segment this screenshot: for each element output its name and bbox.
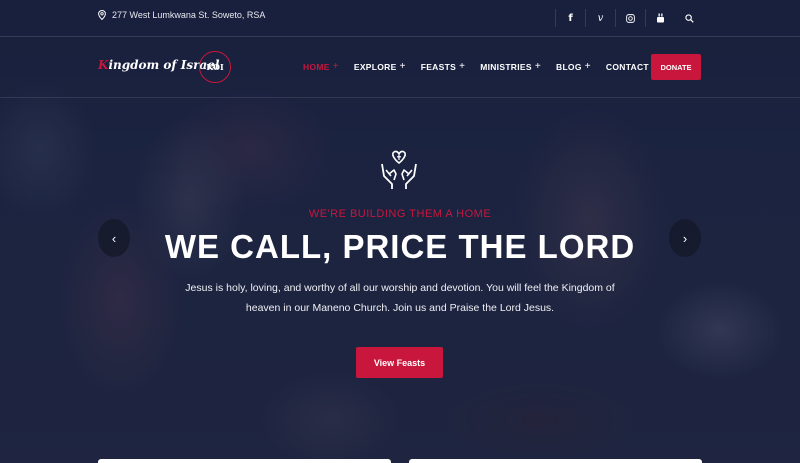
search-icon[interactable] — [675, 9, 704, 27]
nav-item-feasts[interactable]: FEASTS + — [421, 61, 465, 72]
plus-icon: + — [332, 61, 339, 72]
brand-logo-mark[interactable]: KOI — [199, 51, 231, 83]
nav-item-explore[interactable]: EXPLORE + — [354, 61, 406, 72]
nav-explore-label: EXPLORE — [353, 61, 397, 72]
nav-item-blog[interactable]: BLOG + — [556, 61, 591, 72]
social-links: f v — [555, 9, 704, 27]
facebook-icon[interactable]: f — [555, 9, 585, 27]
nav-ministries-label: MINISTRIES — [480, 61, 532, 72]
praying-hands-heart-icon — [381, 150, 417, 189]
main-navbar: Kingdom of Israel KOI HOME + EXPLORE + F… — [0, 37, 800, 98]
address-text: 277 West Lumkwana St. Soweto, RSA — [112, 10, 266, 20]
youtube-icon[interactable] — [645, 9, 675, 27]
plus-icon: + — [399, 61, 406, 72]
feature-card-left-edge — [98, 459, 391, 463]
chevron-left-icon: ‹ — [111, 230, 117, 246]
donate-button[interactable]: DONATE — [651, 54, 701, 80]
chevron-right-icon: › — [682, 230, 688, 246]
plus-icon: + — [459, 61, 466, 72]
vimeo-icon[interactable]: v — [585, 9, 615, 27]
feature-card-right-edge — [409, 459, 702, 463]
instagram-icon[interactable] — [615, 9, 645, 27]
nav-item-home[interactable]: HOME + — [303, 61, 339, 72]
hero-description: Jesus is holy, loving, and worthy of all… — [185, 282, 615, 314]
topbar: 277 West Lumkwana St. Soweto, RSA f v — [0, 0, 800, 37]
primary-nav: HOME + EXPLORE + FEASTS + MINISTRIES + B… — [303, 61, 664, 72]
location-pin-icon — [98, 10, 106, 20]
brand-initial: K — [98, 58, 109, 72]
view-feasts-button[interactable]: View Feasts — [356, 347, 443, 378]
nav-home-label: HOME — [303, 61, 330, 72]
hero-eyebrow: WE'RE BUILDING THEM A HOME — [308, 208, 492, 220]
brand-mark-text: KOI — [206, 62, 224, 72]
nav-feasts-label: FEASTS — [420, 61, 457, 72]
plus-icon: + — [534, 61, 541, 72]
nav-item-ministries[interactable]: MINISTRIES + — [480, 61, 541, 72]
plus-icon: + — [584, 61, 591, 72]
nav-blog-label: BLOG — [556, 61, 582, 72]
slider-prev-button[interactable]: ‹ — [98, 219, 130, 257]
address: 277 West Lumkwana St. Soweto, RSA — [98, 10, 265, 20]
slider-next-button[interactable]: › — [669, 219, 701, 257]
